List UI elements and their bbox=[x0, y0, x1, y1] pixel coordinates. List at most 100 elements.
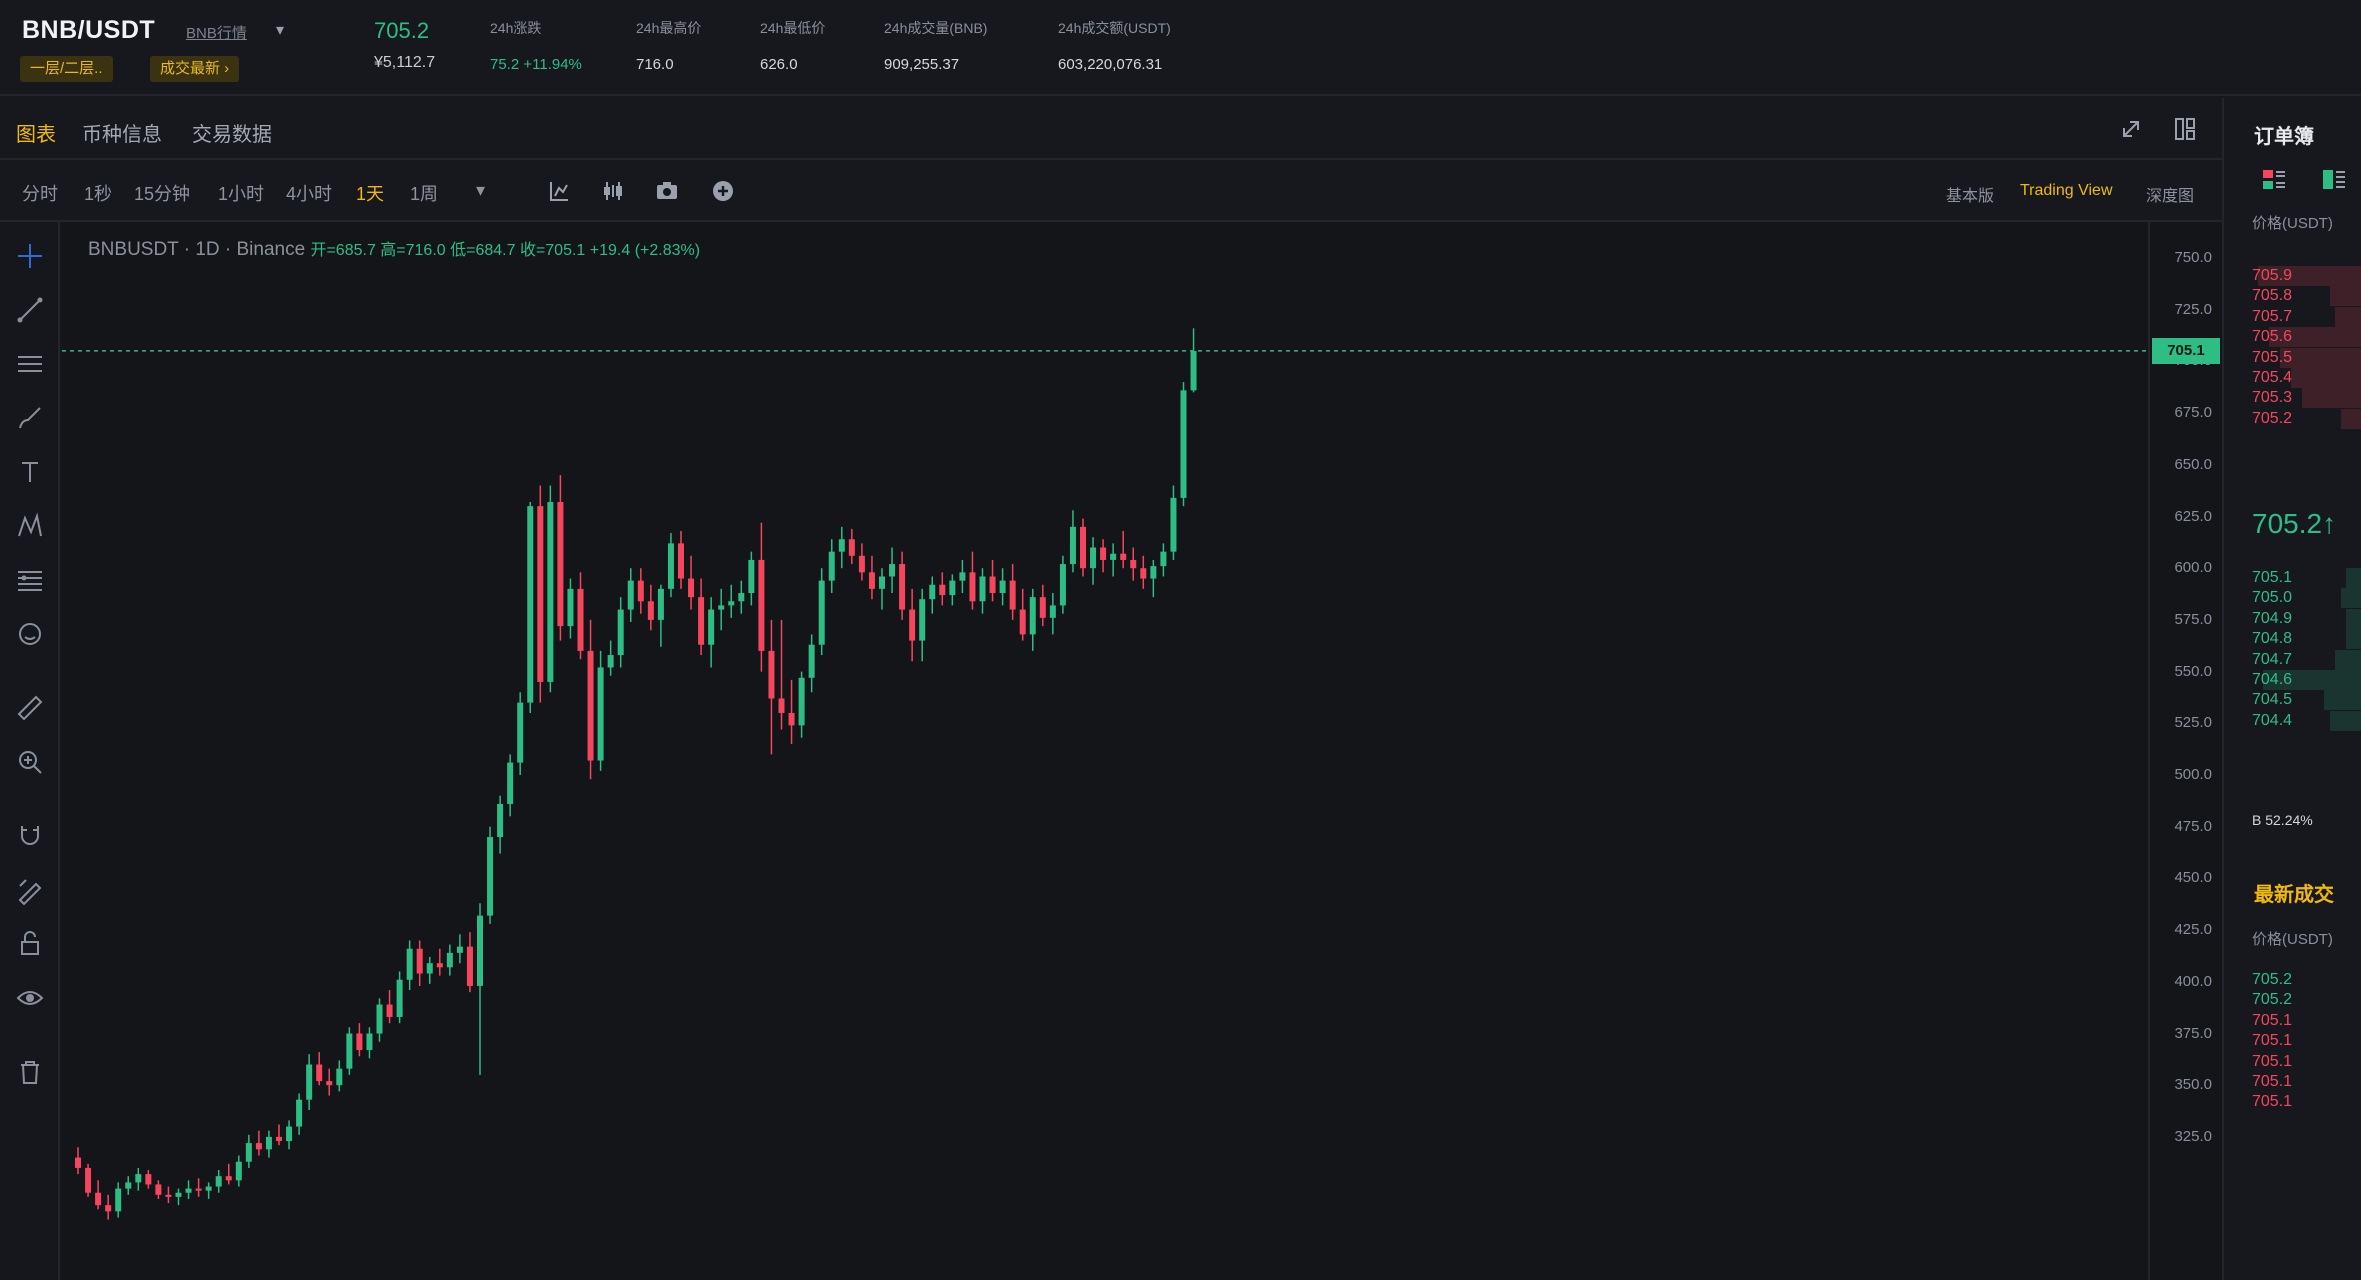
candle[interactable] bbox=[376, 998, 383, 1042]
candle[interactable] bbox=[567, 578, 574, 639]
brush-icon[interactable] bbox=[14, 402, 46, 434]
candle[interactable] bbox=[195, 1178, 202, 1197]
draw-mode-icon[interactable] bbox=[14, 874, 46, 906]
candle[interactable] bbox=[507, 754, 514, 817]
crosshair-icon[interactable] bbox=[14, 240, 46, 272]
ruler-icon[interactable] bbox=[14, 692, 46, 724]
candle[interactable] bbox=[577, 572, 584, 660]
candle[interactable] bbox=[899, 551, 906, 620]
candle[interactable] bbox=[627, 568, 634, 622]
lock-icon[interactable] bbox=[14, 928, 46, 960]
candle[interactable] bbox=[969, 551, 976, 610]
candle[interactable] bbox=[346, 1027, 353, 1075]
candle[interactable] bbox=[265, 1130, 272, 1158]
candle[interactable] bbox=[245, 1134, 252, 1168]
timeframe-tick[interactable]: 分时 bbox=[22, 180, 58, 206]
candle[interactable] bbox=[1180, 382, 1187, 507]
layout-icon[interactable] bbox=[2170, 114, 2200, 144]
news-tag[interactable]: 成交最新 › bbox=[150, 56, 240, 82]
candle[interactable] bbox=[406, 940, 413, 991]
timeframe-1d[interactable]: 1天 bbox=[356, 180, 384, 206]
candle[interactable] bbox=[738, 580, 745, 614]
candle[interactable] bbox=[617, 597, 624, 668]
candle[interactable] bbox=[175, 1188, 182, 1206]
candle[interactable] bbox=[135, 1167, 142, 1191]
candle[interactable] bbox=[1100, 539, 1107, 573]
candle[interactable] bbox=[1059, 555, 1066, 614]
candle[interactable] bbox=[366, 1027, 373, 1059]
candle[interactable] bbox=[306, 1054, 313, 1111]
candle[interactable] bbox=[678, 530, 684, 589]
timeframe-15m[interactable]: 15分钟 bbox=[134, 180, 190, 206]
text-tool-icon[interactable] bbox=[14, 456, 46, 488]
candle[interactable] bbox=[838, 526, 845, 569]
eye-icon[interactable] bbox=[14, 982, 46, 1014]
candle[interactable] bbox=[446, 944, 453, 976]
candle[interactable] bbox=[1140, 555, 1147, 589]
indicators-icon[interactable] bbox=[598, 176, 628, 206]
candle[interactable] bbox=[185, 1180, 192, 1199]
candle[interactable] bbox=[959, 559, 966, 594]
candle[interactable] bbox=[708, 597, 715, 668]
candle[interactable] bbox=[537, 485, 544, 703]
candle[interactable] bbox=[607, 640, 614, 676]
candle[interactable] bbox=[497, 795, 504, 854]
bid-row[interactable]: 704.4 bbox=[2252, 709, 2361, 733]
candle[interactable] bbox=[667, 533, 674, 598]
candle[interactable] bbox=[356, 1023, 363, 1057]
book-both-icon[interactable] bbox=[2260, 166, 2288, 194]
candle[interactable] bbox=[255, 1130, 262, 1156]
candle[interactable] bbox=[848, 528, 855, 565]
view-tradingview[interactable]: Trading View bbox=[2020, 182, 2113, 200]
candle[interactable] bbox=[798, 671, 805, 738]
candle[interactable] bbox=[286, 1120, 293, 1150]
chart-canvas[interactable] bbox=[62, 222, 2148, 1280]
candle[interactable] bbox=[527, 502, 534, 713]
candle[interactable] bbox=[225, 1163, 232, 1185]
tab-coin-info[interactable]: 币种信息 bbox=[82, 118, 162, 147]
candle[interactable] bbox=[889, 547, 896, 594]
chevron-down-icon[interactable]: ▾ bbox=[476, 180, 485, 201]
candle[interactable] bbox=[748, 551, 755, 606]
trade-row[interactable]: 705.1 bbox=[2252, 1090, 2361, 1114]
candle[interactable] bbox=[949, 574, 956, 606]
candle[interactable] bbox=[979, 568, 986, 614]
candle[interactable] bbox=[436, 948, 443, 976]
candle[interactable] bbox=[657, 584, 664, 647]
horizontal-lines-icon[interactable] bbox=[14, 348, 46, 380]
candle[interactable] bbox=[929, 576, 936, 614]
zoom-in-icon[interactable] bbox=[14, 746, 46, 778]
candle[interactable] bbox=[557, 475, 564, 641]
candle[interactable] bbox=[316, 1052, 323, 1086]
candle[interactable] bbox=[95, 1180, 102, 1210]
candle[interactable] bbox=[547, 485, 554, 693]
timeframe-1h[interactable]: 1小时 bbox=[218, 180, 264, 206]
candle[interactable] bbox=[879, 568, 885, 610]
candle[interactable] bbox=[758, 522, 765, 672]
candle[interactable] bbox=[1110, 543, 1117, 577]
candle[interactable] bbox=[688, 555, 695, 610]
order-book-title[interactable]: 订单簿 bbox=[2254, 120, 2314, 149]
candle[interactable] bbox=[637, 568, 644, 614]
chevron-down-icon[interactable]: ▾ bbox=[276, 20, 284, 40]
candle[interactable] bbox=[828, 539, 835, 594]
candle[interactable] bbox=[597, 650, 604, 771]
candle[interactable] bbox=[788, 679, 795, 744]
trades-title[interactable]: 最新成交 bbox=[2254, 878, 2334, 907]
candle[interactable] bbox=[396, 971, 403, 1024]
candle[interactable] bbox=[115, 1182, 122, 1218]
candle[interactable] bbox=[466, 932, 473, 993]
candle[interactable] bbox=[728, 584, 735, 618]
pair-title[interactable]: BNB/USDT bbox=[22, 16, 155, 45]
candle[interactable] bbox=[456, 934, 463, 964]
candle[interactable] bbox=[768, 619, 775, 755]
magnet-icon[interactable] bbox=[14, 820, 46, 852]
view-basic[interactable]: 基本版 bbox=[1946, 182, 1994, 206]
candle[interactable] bbox=[1019, 588, 1026, 641]
view-depth[interactable]: 深度图 bbox=[2146, 182, 2194, 206]
camera-icon[interactable] bbox=[652, 176, 682, 206]
candle[interactable] bbox=[326, 1068, 333, 1096]
candle[interactable] bbox=[868, 555, 875, 600]
timeframe-1w[interactable]: 1周 bbox=[410, 180, 438, 206]
timeframe-1s[interactable]: 1秒 bbox=[84, 180, 112, 206]
